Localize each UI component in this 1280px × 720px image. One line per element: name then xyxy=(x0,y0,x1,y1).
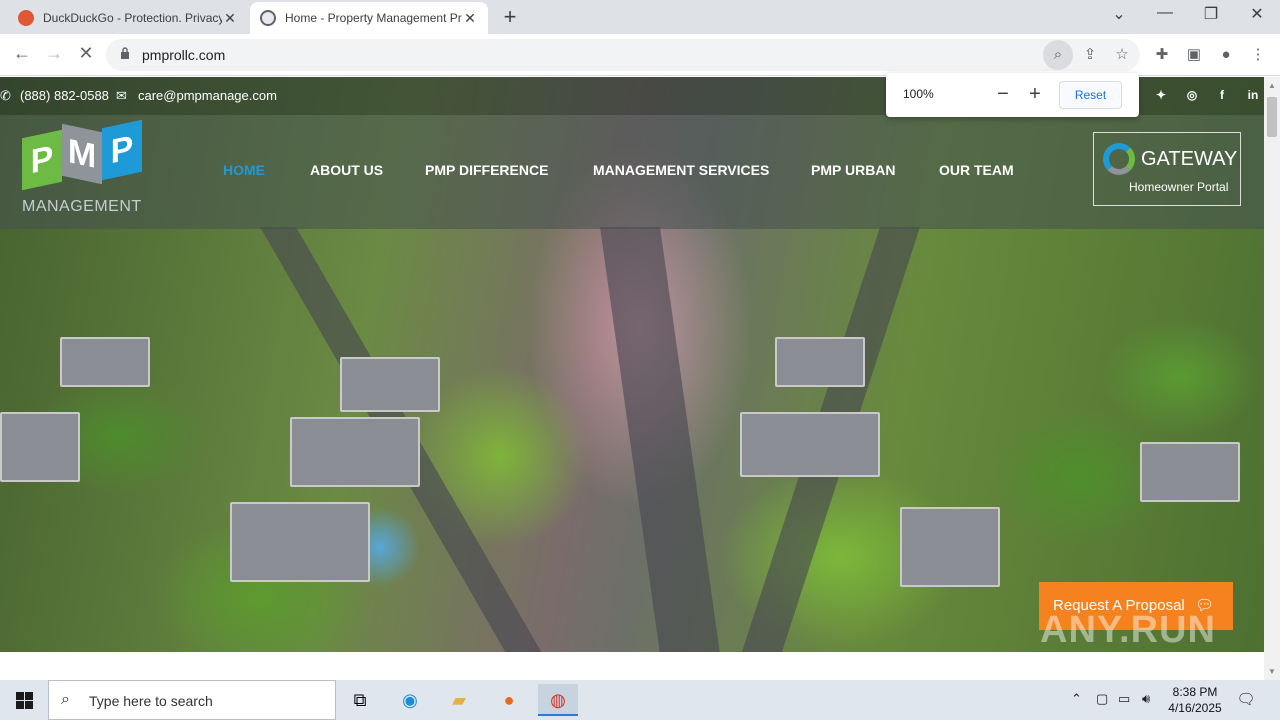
nav-pmp-urban[interactable]: PMP URBAN xyxy=(811,162,896,178)
zoom-reset-button[interactable]: Reset xyxy=(1059,81,1122,109)
logo-letter: P xyxy=(102,119,142,181)
share-icon[interactable]: ⇪ xyxy=(1079,44,1101,66)
network-icon[interactable]: ▭ xyxy=(1118,691,1130,707)
taskbar-search-placeholder: Type here to search xyxy=(89,693,213,709)
side-panel-icon[interactable]: ▣ xyxy=(1183,44,1205,66)
tab-search-chevron-icon[interactable]: ⌄ xyxy=(1104,4,1134,24)
zoom-in-button[interactable]: + xyxy=(1022,81,1048,107)
tab-pmp-home[interactable]: Home - Property Management Professionals… xyxy=(250,2,488,34)
nav-pmp-difference[interactable]: PMP DIFFERENCE xyxy=(425,162,548,178)
linkedin-icon[interactable]: in xyxy=(1246,88,1260,102)
page-below-hero xyxy=(0,652,1264,680)
scrollbar-thumb[interactable] xyxy=(1267,97,1277,137)
twitter-icon[interactable]: ✦ xyxy=(1154,88,1168,102)
house-roof-shape xyxy=(900,507,1000,587)
minimize-button[interactable]: — xyxy=(1150,4,1180,22)
close-window-button[interactable]: ✕ xyxy=(1242,4,1272,24)
phone-number[interactable]: (888) 882-0588 xyxy=(20,88,109,103)
anyrun-watermark: ANY.RUN xyxy=(1040,609,1216,651)
scroll-up-arrow-icon[interactable]: ▲ xyxy=(1267,81,1277,90)
scroll-down-arrow-icon[interactable]: ▼ xyxy=(1267,667,1277,676)
pmp-logo[interactable]: P M P MANAGEMENT xyxy=(22,119,144,216)
volume-icon[interactable]: 🔊︎ xyxy=(1142,691,1150,707)
road-shape xyxy=(600,227,727,680)
nav-our-team[interactable]: OUR TEAM xyxy=(939,162,1014,178)
tab-title: Home - Property Management Professionals xyxy=(285,11,462,25)
lock-icon xyxy=(121,47,129,59)
house-roof-shape xyxy=(1140,442,1240,502)
gateway-logo-icon xyxy=(1103,143,1135,175)
zoom-magnifier-icon: ⌕ xyxy=(1053,46,1063,63)
task-view-icon[interactable]: ⧉ xyxy=(340,684,380,716)
url-text: pmprollc.com xyxy=(142,47,226,63)
facebook-icon[interactable]: f xyxy=(1215,88,1229,102)
close-tab-icon[interactable]: ✕ xyxy=(462,10,478,27)
house-roof-shape xyxy=(740,412,880,477)
email-address[interactable]: care@pmpmanage.com xyxy=(138,88,277,103)
nav-about-us[interactable]: ABOUT US xyxy=(310,162,383,178)
bookmark-star-icon[interactable]: ☆ xyxy=(1111,44,1133,66)
profile-avatar-icon[interactable]: ● xyxy=(1215,44,1237,66)
windows-logo-pane xyxy=(16,701,24,709)
house-roof-shape xyxy=(230,502,370,582)
zoom-out-button[interactable]: − xyxy=(990,81,1016,107)
taskbar-search-box[interactable]: ⌕ Type here to search xyxy=(48,680,336,720)
edge-browser-icon[interactable]: ◉ xyxy=(390,684,430,716)
house-roof-shape xyxy=(340,357,440,412)
browser-tab-bar: DuckDuckGo - Protection. Privacy. Peace … xyxy=(0,0,1280,34)
firefox-icon[interactable]: ● xyxy=(489,684,529,716)
zoom-percentage: 100% xyxy=(903,87,934,101)
envelope-icon: ✉ xyxy=(116,88,127,103)
restore-button[interactable]: ❐ xyxy=(1196,4,1226,24)
gateway-title: GATEWAY xyxy=(1141,148,1238,170)
taskbar-clock[interactable]: 8:38 PM 4/16/2025 xyxy=(1164,684,1226,716)
file-explorer-icon[interactable]: ▰ xyxy=(439,684,479,716)
meet-now-icon[interactable]: ▢ xyxy=(1096,691,1108,707)
logo-letter: M xyxy=(62,123,102,185)
nav-management-services[interactable]: MANAGEMENT SERVICES xyxy=(593,162,769,178)
phone-icon: ✆ xyxy=(0,88,11,103)
instagram-icon[interactable]: ◎ xyxy=(1185,88,1199,102)
chrome-icon[interactable]: ◍ xyxy=(538,684,578,716)
notification-center-icon[interactable]: 🗨︎ xyxy=(1236,690,1256,710)
search-icon: ⌕ xyxy=(61,691,70,708)
show-hidden-icons-chevron-icon[interactable]: ⌃ xyxy=(1071,691,1082,707)
house-roof-shape xyxy=(60,337,150,387)
logo-letter: P xyxy=(22,129,62,191)
logo-subtitle: MANAGEMENT xyxy=(22,198,142,215)
globe-favicon-icon xyxy=(260,10,276,26)
clock-time: 8:38 PM xyxy=(1172,685,1218,699)
gateway-homeowner-portal-button[interactable]: GATEWAY Homeowner Portal xyxy=(1093,132,1241,206)
stop-loading-button[interactable]: ✕ xyxy=(74,43,98,64)
web-page: ✆ (888) 882-0588 ✉ care@pmpmanage.com ✦ … xyxy=(0,77,1264,680)
browser-menu-icon[interactable]: ⋮ xyxy=(1247,44,1269,66)
duckduckgo-favicon-icon xyxy=(18,10,34,26)
start-button[interactable] xyxy=(0,680,48,720)
windows-logo-pane xyxy=(25,692,33,700)
forward-button[interactable]: → xyxy=(42,43,66,64)
house-roof-shape xyxy=(775,337,865,387)
back-button[interactable]: ← xyxy=(10,43,34,64)
address-bar[interactable]: pmprollc.com xyxy=(106,39,1140,71)
windows-taskbar: ⌕ Type here to search ⧉ ◉ ▰ ● ◍ ⌃ ▢ ▭ 🔊︎… xyxy=(0,680,1280,720)
gateway-subtitle: Homeowner Portal xyxy=(1129,180,1229,194)
tab-title: DuckDuckGo - Protection. Privacy. Peace … xyxy=(43,11,222,25)
close-tab-icon[interactable]: ✕ xyxy=(222,10,238,27)
extensions-puzzle-icon[interactable]: ✚ xyxy=(1151,44,1173,66)
windows-logo-pane xyxy=(25,701,33,709)
zoom-popup: 100% − + Reset xyxy=(886,73,1139,117)
windows-logo-icon xyxy=(16,692,24,700)
page-scrollbar[interactable]: ▲ ▼ xyxy=(1264,77,1280,680)
house-roof-shape xyxy=(0,412,80,482)
nav-home[interactable]: HOME xyxy=(223,162,265,178)
house-roof-shape xyxy=(290,417,420,487)
tab-duckduckgo[interactable]: DuckDuckGo - Protection. Privacy. Peace … xyxy=(8,2,248,34)
clock-date: 4/16/2025 xyxy=(1168,701,1222,715)
new-tab-button[interactable]: + xyxy=(498,4,522,30)
